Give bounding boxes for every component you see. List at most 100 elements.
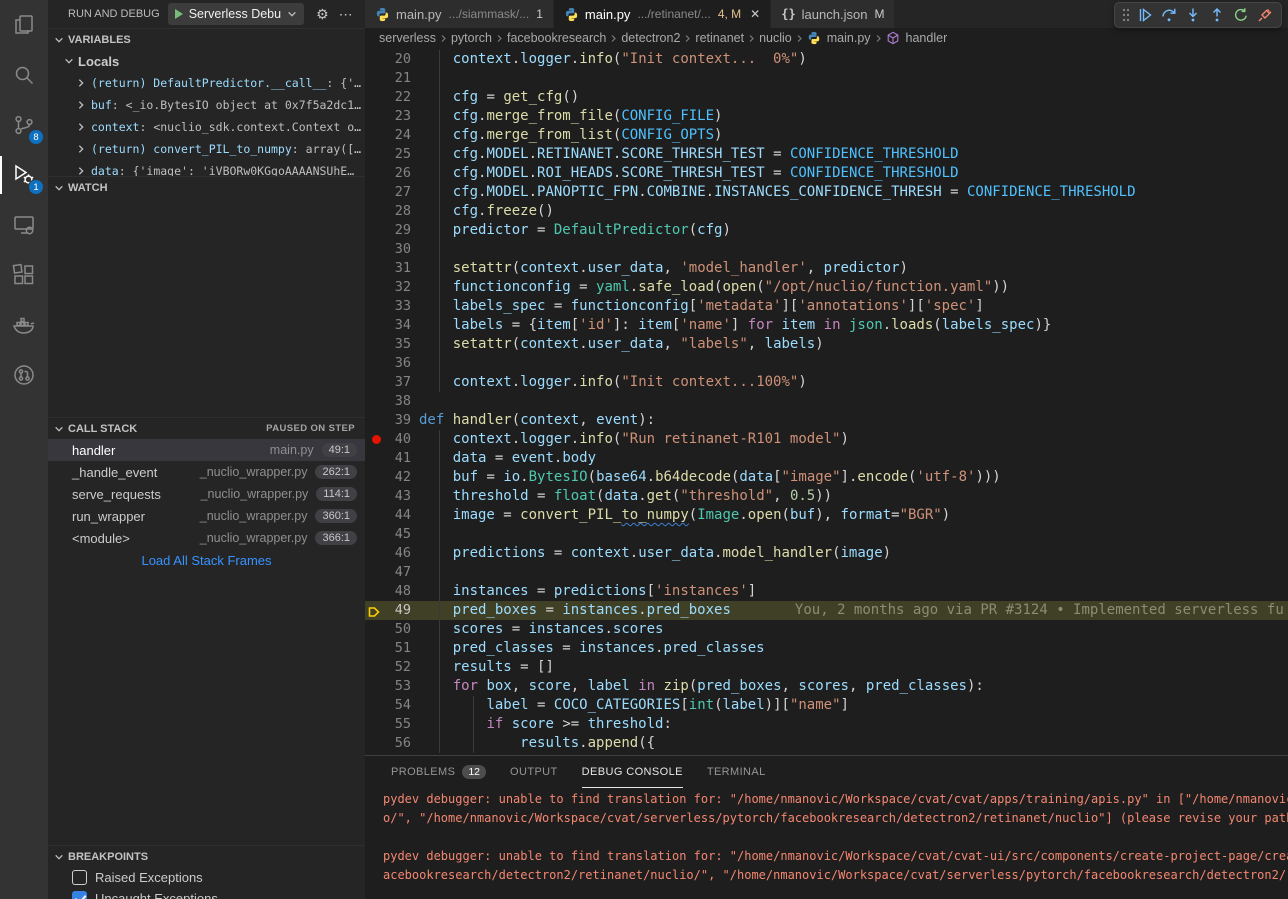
line-number[interactable]: 27	[365, 183, 411, 202]
checkbox[interactable]	[72, 870, 87, 885]
panel-tab[interactable]: PROBLEMS12	[391, 756, 486, 788]
tab-description: .../siammask/...	[449, 7, 530, 21]
line-number[interactable]: 54	[365, 696, 411, 715]
line-number[interactable]: 31	[365, 259, 411, 278]
token: CONFIDENCE_THRESHOLD	[790, 146, 959, 162]
load-all-stack-frames-link[interactable]: Load All Stack Frames	[48, 549, 365, 571]
panel-tab[interactable]: OUTPUT	[510, 756, 558, 788]
code-editor[interactable]: 20 context.logger.info("Init context... …	[365, 48, 1288, 755]
continue-icon[interactable]	[1133, 3, 1157, 27]
token: .	[739, 507, 747, 523]
line-number[interactable]: 30	[365, 240, 411, 259]
run-and-debug-icon[interactable]: 1	[0, 150, 48, 200]
breadcrumb-item[interactable]: nuclio	[759, 31, 792, 45]
breadcrumb-item[interactable]: detectron2	[621, 31, 680, 45]
variable-row[interactable]: data: {'image': 'iVBORw0KGgoAAAANSUhE…	[48, 160, 365, 176]
pull-requests-icon[interactable]	[0, 350, 48, 400]
more-actions-icon[interactable]: ⋯	[339, 6, 354, 23]
token: =	[765, 165, 790, 181]
disconnect-icon[interactable]	[1253, 3, 1277, 27]
line-number[interactable]: 28	[365, 202, 411, 221]
stack-frame[interactable]: run_wrapper_nuclio_wrapper.py360:1	[48, 505, 365, 527]
line-number[interactable]: 37	[365, 373, 411, 392]
line-number[interactable]: 32	[365, 278, 411, 297]
line-number[interactable]: 34	[365, 316, 411, 335]
start-debug-icon[interactable]	[175, 9, 183, 19]
line-number[interactable]: 39	[365, 411, 411, 430]
line-number[interactable]: 33	[365, 297, 411, 316]
line-number[interactable]: 26	[365, 164, 411, 183]
line-number[interactable]: 47	[365, 563, 411, 582]
stack-frame[interactable]: <module>_nuclio_wrapper.py366:1	[48, 527, 365, 549]
locals-group[interactable]: Locals	[48, 50, 365, 72]
panel-tab[interactable]: DEBUG CONSOLE	[582, 756, 683, 788]
breakpoint-icon[interactable]	[372, 435, 381, 444]
variable-row[interactable]: (return) DefaultPredictor.__call__: {'in…	[48, 72, 365, 94]
code-line: 53 for box, score, label in zip(pred_box…	[365, 677, 1288, 696]
remote-explorer-icon[interactable]	[0, 200, 48, 250]
line-number[interactable]: 52	[365, 658, 411, 677]
line-number[interactable]: 29	[365, 221, 411, 240]
token: [	[680, 697, 688, 713]
breadcrumb-item[interactable]: pytorch	[451, 31, 492, 45]
close-icon[interactable]: ✕	[750, 7, 760, 21]
line-number[interactable]: 23	[365, 107, 411, 126]
checkbox[interactable]	[72, 891, 87, 899]
explorer-icon[interactable]	[0, 0, 48, 50]
source-control-icon[interactable]: 8	[0, 100, 48, 150]
token: CONFIG_FILE	[621, 108, 714, 124]
editor-tab[interactable]: main.py.../siammask/...1	[365, 0, 554, 28]
breadcrumb-file[interactable]: main.py	[827, 31, 871, 45]
breakpoints-section-header[interactable]: BREAKPOINTS	[48, 845, 365, 867]
variable-row[interactable]: context: <nuclio_sdk.context.Context obj…	[48, 116, 365, 138]
line-number[interactable]: 20	[365, 50, 411, 69]
step-out-icon[interactable]	[1205, 3, 1229, 27]
stack-frame[interactable]: handlermain.py49:1	[48, 439, 365, 461]
line-number[interactable]: 46	[365, 544, 411, 563]
token	[815, 317, 823, 333]
line-number[interactable]: 53	[365, 677, 411, 696]
breadcrumb-item[interactable]: retinanet	[695, 31, 744, 45]
extensions-icon[interactable]	[0, 250, 48, 300]
variable-row[interactable]: (return) convert_PIL_to_numpy: array([[[…	[48, 138, 365, 160]
line-number[interactable]: 35	[365, 335, 411, 354]
line-number[interactable]: 22	[365, 88, 411, 107]
token: .	[604, 621, 612, 637]
line-number[interactable]: 55	[365, 715, 411, 734]
line-number[interactable]: 41	[365, 449, 411, 468]
gear-icon[interactable]: ⚙	[316, 6, 329, 23]
line-number[interactable]: 36	[365, 354, 411, 373]
restart-icon[interactable]	[1229, 3, 1253, 27]
line-number[interactable]: 48	[365, 582, 411, 601]
docker-icon[interactable]	[0, 300, 48, 350]
line-number[interactable]: 42	[365, 468, 411, 487]
line-number[interactable]: 44	[365, 506, 411, 525]
variables-section-header[interactable]: VARIABLES	[48, 28, 365, 50]
console-line: o/", "/home/nmanovic/Workspace/cvat/serv…	[365, 809, 1288, 828]
line-number[interactable]: 38	[365, 392, 411, 411]
editor-tab[interactable]: main.py.../retinanet/...4, M✕	[554, 0, 771, 28]
line-number[interactable]: 45	[365, 525, 411, 544]
call-stack-section-header[interactable]: CALL STACK PAUSED ON STEP	[48, 417, 365, 439]
line-number[interactable]: 21	[365, 69, 411, 88]
watch-section-header[interactable]: WATCH	[48, 176, 365, 198]
line-number[interactable]: 50	[365, 620, 411, 639]
line-number[interactable]: 51	[365, 639, 411, 658]
line-number[interactable]: 24	[365, 126, 411, 145]
toolbar-grip[interactable]	[1119, 3, 1133, 27]
stack-frame[interactable]: serve_requests_nuclio_wrapper.py114:1	[48, 483, 365, 505]
stack-frame[interactable]: _handle_event_nuclio_wrapper.py262:1	[48, 461, 365, 483]
variable-row[interactable]: buf: <_io.BytesIO object at 0x7f5a2dc1ec…	[48, 94, 365, 116]
breadcrumb-symbol[interactable]: handler	[906, 31, 948, 45]
breadcrumb-item[interactable]: serverless	[379, 31, 436, 45]
line-number[interactable]: 25	[365, 145, 411, 164]
editor-tab[interactable]: {}launch.jsonM	[771, 0, 895, 28]
step-into-icon[interactable]	[1181, 3, 1205, 27]
search-icon[interactable]	[0, 50, 48, 100]
line-number[interactable]: 56	[365, 734, 411, 753]
breadcrumb-item[interactable]: facebookresearch	[507, 31, 606, 45]
step-over-icon[interactable]	[1157, 3, 1181, 27]
debug-config-dropdown[interactable]: Serverless Debu	[168, 3, 304, 25]
panel-tab[interactable]: TERMINAL	[707, 756, 766, 788]
line-number[interactable]: 43	[365, 487, 411, 506]
